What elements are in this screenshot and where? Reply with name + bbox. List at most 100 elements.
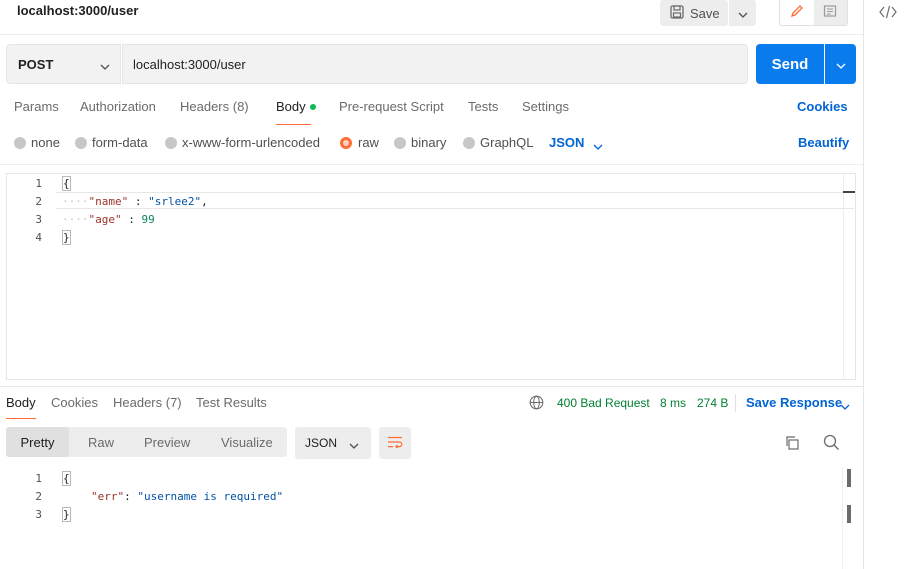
wrap-lines-icon <box>387 436 403 451</box>
chevron-down-icon <box>349 438 359 452</box>
active-response-tab-indicator <box>6 418 36 419</box>
url-input[interactable]: localhost:3000/user <box>122 44 748 84</box>
document-icon <box>823 4 837 21</box>
radio-graphql[interactable] <box>463 137 475 149</box>
radio-binary[interactable] <box>394 137 406 149</box>
radio-urlencoded-label[interactable]: x-www-form-urlencoded <box>182 135 320 150</box>
cookies-link[interactable]: Cookies <box>797 99 848 114</box>
response-format-label: JSON <box>305 436 338 450</box>
status-separator <box>735 394 736 412</box>
response-code-line-1: { <box>62 471 71 486</box>
response-line-number: 1 <box>35 472 42 485</box>
response-tab-headers[interactable]: Headers (7) <box>113 395 182 410</box>
pencil-icon <box>790 4 804 21</box>
json-number-value: 99 <box>141 213 155 226</box>
json-comma: , <box>201 195 208 208</box>
response-tab-test-results[interactable]: Test Results <box>196 395 267 410</box>
radio-none[interactable] <box>14 137 26 149</box>
response-time[interactable]: 8 ms <box>660 396 686 410</box>
tab-tests[interactable]: Tests <box>468 99 498 114</box>
body-indicator-dot <box>309 103 316 110</box>
code-icon[interactable] <box>878 2 898 22</box>
response-status[interactable]: 400 Bad Request <box>557 396 650 410</box>
tab-settings[interactable]: Settings <box>522 99 569 114</box>
tab-params[interactable]: Params <box>14 99 59 114</box>
radio-graphql-label[interactable]: GraphQL <box>480 135 533 150</box>
json-separator: : <box>128 195 149 208</box>
tab-pre-request-script[interactable]: Pre-request Script <box>339 99 444 114</box>
scrollbar-marker <box>847 469 851 487</box>
code-line-4: } <box>62 230 71 245</box>
scrollbar-marker <box>847 505 851 523</box>
body-divider <box>0 164 863 165</box>
radio-form-data[interactable] <box>75 137 87 149</box>
line-number: 4 <box>35 231 42 244</box>
chevron-down-icon[interactable] <box>840 398 850 413</box>
tab-authorization[interactable]: Authorization <box>80 99 156 114</box>
edit-mode-button[interactable] <box>780 0 814 25</box>
response-divider[interactable] <box>0 386 863 387</box>
tab-body-label: Body <box>276 99 306 114</box>
tab-body[interactable]: Body <box>276 99 316 114</box>
chevron-down-icon <box>738 6 748 21</box>
radio-form-data-label[interactable]: form-data <box>92 135 148 150</box>
right-panel-divider <box>863 0 864 569</box>
beautify-button[interactable]: Beautify <box>798 135 849 150</box>
response-tab-body[interactable]: Body <box>6 395 36 410</box>
response-format-select[interactable]: JSON <box>295 427 371 459</box>
globe-icon[interactable] <box>529 395 544 410</box>
body-format-select[interactable]: JSON <box>549 135 584 150</box>
radio-raw-label[interactable]: raw <box>358 135 379 150</box>
code-line-1: { <box>62 176 71 191</box>
indent-guide: ···· <box>62 213 89 226</box>
active-tab-indicator <box>276 124 311 125</box>
indent-guide: ···· <box>62 195 89 208</box>
save-button[interactable]: Save <box>660 0 728 26</box>
copy-icon[interactable] <box>784 435 800 451</box>
response-size[interactable]: 274 B <box>697 396 728 410</box>
response-code-line-2: "err": "username is required" <box>91 490 283 503</box>
radio-none-label[interactable]: none <box>31 135 60 150</box>
json-key: "err" <box>91 490 125 503</box>
json-string-value: "username is required" <box>137 490 284 503</box>
save-icon <box>670 4 684 22</box>
response-line-number: 2 <box>35 490 42 503</box>
chevron-down-icon <box>836 57 846 72</box>
line-number: 3 <box>35 213 42 226</box>
send-button[interactable]: Send <box>756 44 824 84</box>
radio-raw[interactable] <box>340 137 352 149</box>
line-number: 2 <box>35 195 42 208</box>
json-separator: : <box>121 213 142 226</box>
json-separator: : <box>124 490 138 503</box>
radio-urlencoded[interactable] <box>165 137 177 149</box>
response-tab-cookies[interactable]: Cookies <box>51 395 98 410</box>
scrollbar-cursor-marker <box>843 191 855 193</box>
code-line-2: ····"name" : "srlee2", <box>62 195 208 208</box>
view-tab-preview[interactable]: Preview <box>128 427 206 457</box>
save-label: Save <box>690 5 720 21</box>
send-options-button[interactable] <box>825 44 856 84</box>
radio-binary-label[interactable]: binary <box>411 135 446 150</box>
request-title[interactable]: localhost:3000/user <box>17 3 138 18</box>
code-line-3: ····"age" : 99 <box>62 213 155 226</box>
response-line-number: 3 <box>35 508 42 521</box>
json-string-value: "srlee2" <box>148 195 202 208</box>
documentation-mode-button[interactable] <box>813 0 847 25</box>
view-tab-visualize[interactable]: Visualize <box>205 427 289 457</box>
method-label: POST <box>18 56 54 72</box>
save-response-button[interactable]: Save Response <box>746 395 842 410</box>
save-options-button[interactable] <box>728 0 756 26</box>
method-select[interactable]: POST <box>6 44 121 84</box>
wrap-lines-button[interactable] <box>379 427 411 459</box>
json-key: "name" <box>88 195 129 208</box>
view-tab-pretty[interactable]: Pretty <box>6 427 69 457</box>
response-code-line-3: } <box>62 507 71 522</box>
chevron-down-icon[interactable] <box>593 138 603 153</box>
header-divider <box>0 34 863 35</box>
view-tab-raw[interactable]: Raw <box>72 427 130 457</box>
editor-scrollbar[interactable] <box>843 174 855 379</box>
search-icon[interactable] <box>823 434 840 451</box>
tab-headers[interactable]: Headers (8) <box>180 99 249 114</box>
line-number: 1 <box>35 177 42 190</box>
chevron-down-icon <box>100 58 110 73</box>
